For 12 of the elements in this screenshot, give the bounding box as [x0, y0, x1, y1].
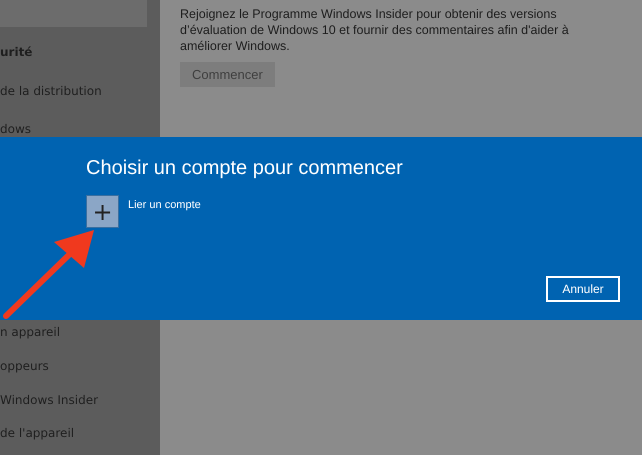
- dialog-title: Choisir un compte pour commencer: [86, 157, 404, 180]
- sidebar-item[interactable]: n appareil: [0, 320, 160, 354]
- sidebar-heading: urité: [0, 45, 34, 61]
- sidebar-item[interactable]: Windows Insider: [0, 388, 160, 422]
- add-account-link[interactable]: Lier un compte: [128, 199, 201, 211]
- sidebar-item[interactable]: de l'appareil: [0, 421, 160, 455]
- description-text: Rejoignez le Programme Windows Insider pour obtenir des versions d’évaluation de Windows 10 et fournir des commentaires afin d'aider à améliorer Windows.: [180, 6, 570, 54]
- add-account-button[interactable]: +: [86, 195, 119, 228]
- cancel-button[interactable]: Annuler: [546, 276, 620, 302]
- sidebar-item[interactable]: de la distribution: [0, 84, 160, 105]
- sidebar-item[interactable]: oppeurs: [0, 354, 160, 388]
- sidebar-item[interactable]: dows: [0, 122, 160, 137]
